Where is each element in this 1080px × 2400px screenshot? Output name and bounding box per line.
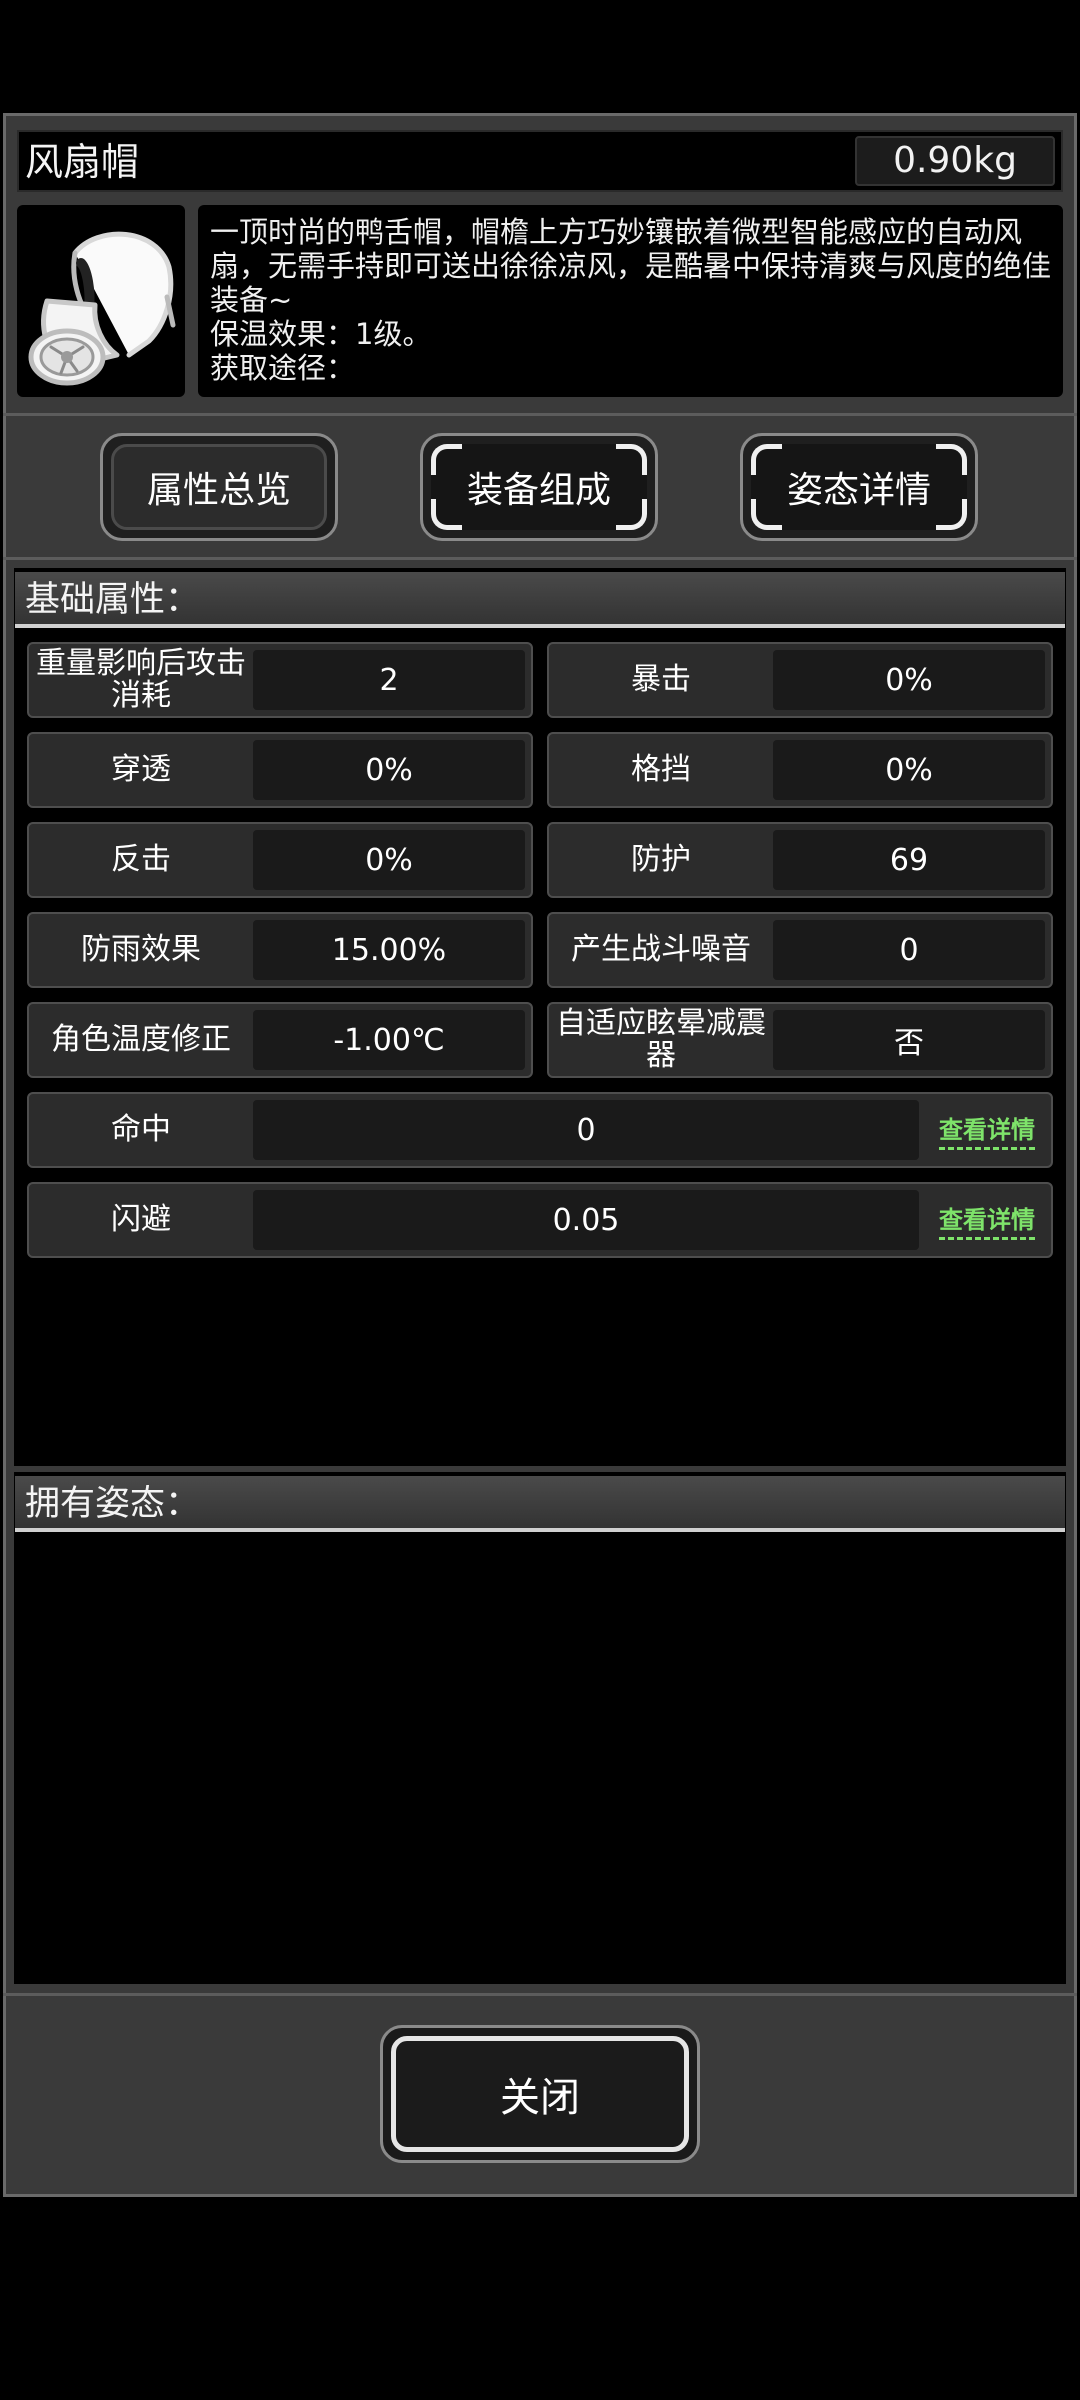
attribute-card: 重量影响后攻击消耗 2 xyxy=(27,642,533,718)
attribute-card: 自适应眩晕减震器否 xyxy=(547,1002,1053,1078)
attribute-name: 产生战斗噪音 xyxy=(571,932,751,967)
attribute-name: 防护 xyxy=(631,842,691,877)
attribute-value: 0 xyxy=(253,1100,919,1160)
attribute-value: 否 xyxy=(773,1010,1045,1070)
attribute-value: 0 xyxy=(773,920,1045,980)
attribute-name: 反击 xyxy=(111,842,171,877)
attribute-card: 反击 0% xyxy=(27,822,533,898)
tab-label: 装备组成 xyxy=(466,470,611,511)
stance-section xyxy=(14,1472,1066,1984)
divider xyxy=(3,557,1077,560)
attribute-name: 穿透 xyxy=(111,752,171,787)
attribute-value: 0% xyxy=(773,650,1045,710)
item-weight: 0.90kg xyxy=(855,136,1055,186)
attribute-card: 格挡 0% xyxy=(547,732,1053,808)
attribute-value: 0.05 xyxy=(253,1190,919,1250)
divider xyxy=(3,413,1077,416)
attribute-card: 穿透 0% xyxy=(27,732,533,808)
attribute-name: 格挡 xyxy=(631,752,691,787)
close-button[interactable]: 关闭 xyxy=(380,2025,700,2163)
attribute-name: 命中 xyxy=(111,1112,171,1147)
fan-cap-icon xyxy=(28,231,176,386)
tab-label: 属性总览 xyxy=(146,470,291,511)
tab-equipment-composition[interactable]: 装备组成 xyxy=(420,433,658,541)
attribute-card: 角色温度修正 -1.00℃ xyxy=(27,1002,533,1078)
attribute-name: 自适应眩晕减震器 xyxy=(556,1006,766,1073)
attribute-name: 防雨效果 xyxy=(81,932,201,967)
attribute-card: 产生战斗噪音 0 xyxy=(547,912,1053,988)
attribute-value: 69 xyxy=(773,830,1045,890)
attribute-value: 0% xyxy=(773,740,1045,800)
attribute-card-wide: 闪避 0.05 查看详情 xyxy=(27,1182,1053,1258)
attribute-value: 0% xyxy=(253,740,525,800)
attribute-value: 2 xyxy=(253,650,525,710)
attribute-value: 0% xyxy=(253,830,525,890)
attribute-name: 暴击 xyxy=(631,662,691,697)
divider xyxy=(3,1993,1077,1996)
tab-attribute-overview[interactable]: 属性总览 xyxy=(100,433,338,541)
attribute-card: 防雨效果 15.00% xyxy=(27,912,533,988)
stance-title: 拥有姿态： xyxy=(15,1476,1065,1532)
attribute-value: -1.00℃ xyxy=(253,1010,525,1070)
view-details-link[interactable]: 查看详情 xyxy=(939,1200,1035,1240)
item-name: 风扇帽 xyxy=(25,140,140,184)
attribute-name: 闪避 xyxy=(111,1202,171,1237)
item-description-box: 一顶时尚的鸭舌帽，帽檐上方巧妙镶嵌着微型智能感应的自动风扇，无需手持即可送出徐徐… xyxy=(198,205,1063,397)
view-details-link[interactable]: 查看详情 xyxy=(939,1110,1035,1150)
attribute-card-wide: 命中 0 查看详情 xyxy=(27,1092,1053,1168)
tab-stance-details[interactable]: 姿态详情 xyxy=(740,433,978,541)
attribute-card: 暴击 0% xyxy=(547,642,1053,718)
tab-label: 姿态详情 xyxy=(786,470,931,511)
item-warmth: 保温效果：1级。 xyxy=(210,317,432,351)
attribute-name: 重量影响后攻击消耗 xyxy=(36,646,246,713)
item-image xyxy=(17,205,185,397)
item-source: 获取途径： xyxy=(210,351,356,385)
attribute-value: 15.00% xyxy=(253,920,525,980)
item-description: 一顶时尚的鸭舌帽，帽檐上方巧妙镶嵌着微型智能感应的自动风扇，无需手持即可送出徐徐… xyxy=(210,215,1052,317)
basic-attributes-title: 基础属性： xyxy=(15,572,1065,628)
close-button-label: 关闭 xyxy=(391,2036,689,2152)
attribute-card: 防护 69 xyxy=(547,822,1053,898)
attribute-name: 角色温度修正 xyxy=(51,1022,231,1057)
